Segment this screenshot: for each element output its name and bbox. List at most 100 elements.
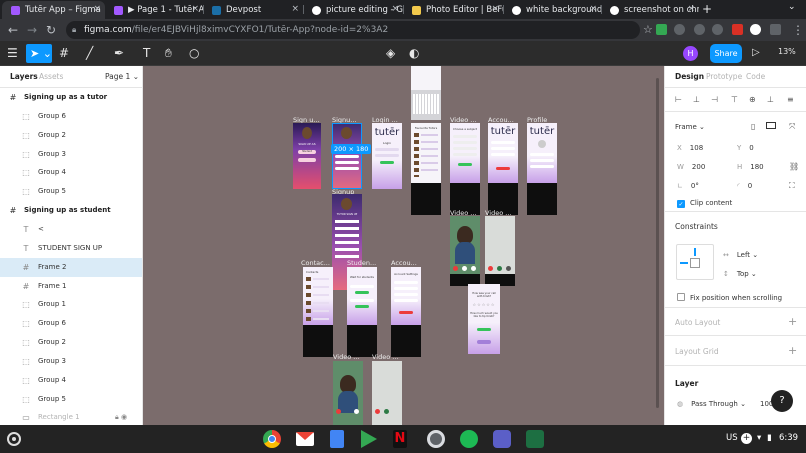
camera-icon[interactable] bbox=[427, 430, 445, 448]
battery-icon[interactable]: ▮ bbox=[767, 433, 772, 443]
canvas-scrollbar[interactable] bbox=[656, 78, 659, 408]
launcher-icon[interactable] bbox=[7, 432, 21, 446]
netflix-icon[interactable]: N bbox=[393, 430, 407, 448]
move-tool-button[interactable]: ➤ ⌄ bbox=[26, 44, 52, 63]
frame-label[interactable]: Video ... bbox=[333, 353, 359, 361]
gmail-icon[interactable] bbox=[296, 432, 314, 446]
extension-icon[interactable] bbox=[694, 24, 705, 35]
close-tab-icon[interactable]: × bbox=[191, 4, 199, 14]
layer-frame-row[interactable]: # Signing up as a tutor bbox=[0, 88, 142, 107]
close-tab-icon[interactable]: × bbox=[491, 4, 499, 14]
browser-tab[interactable]: white background × bbox=[503, 1, 601, 19]
browser-tab[interactable]: ▶ Page 1 - Tutēr A × bbox=[105, 1, 203, 19]
contrast-icon[interactable]: ◐ bbox=[409, 46, 419, 60]
align-middle-icon[interactable]: ⊕ bbox=[749, 95, 756, 104]
landscape-icon[interactable] bbox=[766, 122, 776, 129]
excel-icon[interactable] bbox=[526, 430, 544, 448]
video-call-screen[interactable] bbox=[450, 216, 480, 274]
add-icon[interactable]: + bbox=[741, 433, 752, 444]
share-button[interactable]: Share bbox=[710, 44, 742, 63]
browser-tab[interactable]: Tutēr App – Figma × bbox=[2, 1, 105, 19]
waiting-students-screen[interactable]: Wait for students bbox=[347, 267, 377, 325]
teams-icon[interactable] bbox=[493, 430, 511, 448]
extension-check-icon[interactable] bbox=[656, 24, 667, 35]
browser-tab[interactable]: screenshot on chro × bbox=[601, 1, 699, 19]
frame-type-dropdown[interactable]: Frame ⌄ bbox=[675, 123, 705, 131]
add-icon[interactable]: + bbox=[788, 344, 797, 357]
browser-tab[interactable]: Devpost × bbox=[203, 1, 303, 19]
layer-row[interactable]: T STUDENT SIGN UP bbox=[0, 239, 142, 258]
address-bar[interactable]: 🔒︎ figma.com/file/er4EJBViHjl8ximvCYXFO1… bbox=[66, 21, 640, 39]
reload-icon[interactable]: ↻ bbox=[46, 22, 56, 38]
layer-row[interactable]: ⬚ Group 5 bbox=[0, 390, 142, 409]
radius-field[interactable]: ◜ 0 bbox=[737, 182, 752, 190]
favourite-tutors-screen[interactable]: Favourite Tutors bbox=[411, 123, 441, 183]
layer-row[interactable]: ▭ Rectangle 1 🔒︎ ◉ bbox=[0, 408, 142, 425]
resize-to-fit-icon[interactable]: ⤧ bbox=[789, 122, 795, 132]
component-icon[interactable]: ◈ bbox=[386, 46, 395, 60]
keyboard-layout[interactable]: US bbox=[726, 433, 738, 443]
extension-icon[interactable] bbox=[674, 24, 685, 35]
extension-icon[interactable] bbox=[732, 24, 743, 35]
layer-row[interactable]: ⬚ Group 4 bbox=[0, 371, 142, 390]
align-bottom-icon[interactable]: ⊥ bbox=[767, 95, 774, 104]
close-tab-icon[interactable]: × bbox=[93, 4, 101, 14]
layer-row[interactable]: ⬚ Group 6 bbox=[0, 107, 142, 126]
help-button[interactable]: ? bbox=[771, 390, 793, 412]
tab-search-icon[interactable]: ⌄ bbox=[788, 2, 796, 12]
layer-row[interactable]: ⬚ Group 2 bbox=[0, 126, 142, 145]
keyboard-screen[interactable] bbox=[411, 90, 441, 120]
clock[interactable]: 6:39 bbox=[779, 433, 798, 443]
constrain-proportions-icon[interactable]: ⛓︎ bbox=[789, 162, 799, 171]
video-call-screen[interactable] bbox=[333, 361, 363, 425]
back-icon[interactable]: ← bbox=[8, 22, 18, 38]
comment-tool-icon[interactable]: ○ bbox=[189, 46, 199, 60]
signup-as-screen[interactable]: SIGN UP AS Student bbox=[293, 123, 321, 189]
layer-row[interactable]: ⬚ Group 1 bbox=[0, 295, 142, 314]
clip-content-checkbox[interactable]: ✓ Clip content bbox=[677, 199, 732, 208]
frame-thumbnail[interactable] bbox=[411, 183, 441, 215]
align-right-icon[interactable]: ⊣ bbox=[711, 95, 718, 104]
new-tab-button[interactable]: + bbox=[702, 2, 712, 16]
account-settings-screen[interactable]: Account Settings bbox=[391, 267, 421, 325]
distribute-icon[interactable]: ≡ bbox=[787, 95, 794, 104]
x-field[interactable]: X 108 bbox=[677, 144, 703, 152]
fix-position-checkbox[interactable]: Fix position when scrolling bbox=[677, 293, 782, 302]
main-menu-icon[interactable]: ☰ bbox=[7, 46, 18, 60]
menu-dots-icon[interactable]: ⋮ bbox=[792, 22, 804, 38]
layer-row[interactable]: ⬚ Group 3 bbox=[0, 145, 142, 164]
wifi-icon[interactable]: ▾ bbox=[757, 433, 761, 443]
spotify-icon[interactable] bbox=[460, 430, 478, 448]
pen-tool-icon[interactable]: ✒︎ bbox=[114, 46, 124, 60]
frame-label[interactable]: Accou... bbox=[391, 259, 417, 267]
contacts-screen[interactable]: Contacts bbox=[303, 267, 333, 325]
tab-assets[interactable]: Assets bbox=[39, 72, 63, 81]
close-tab-icon[interactable]: × bbox=[687, 4, 695, 14]
align-center-h-icon[interactable]: ⊥ bbox=[693, 95, 700, 104]
rotation-field[interactable]: ∟ 0° bbox=[677, 182, 699, 190]
layer-row[interactable]: ⬚ Group 4 bbox=[0, 163, 142, 182]
extension-icon[interactable] bbox=[750, 24, 761, 35]
browser-tab[interactable]: Photo Editor | BeFu × bbox=[403, 1, 503, 19]
constraints-widget[interactable] bbox=[676, 244, 714, 280]
forward-icon[interactable]: → bbox=[27, 22, 37, 38]
docs-icon[interactable] bbox=[330, 430, 344, 448]
layer-row[interactable]: ⬚ Group 2 bbox=[0, 333, 142, 352]
layer-row[interactable]: T < bbox=[0, 220, 142, 239]
frame-thumbnail[interactable] bbox=[411, 66, 441, 90]
horizontal-constraint-dropdown[interactable]: ↔ Left ⌄ bbox=[723, 251, 758, 259]
video-call-screen[interactable] bbox=[485, 216, 515, 274]
h-field[interactable]: H 180 bbox=[737, 163, 764, 171]
extension-icon[interactable] bbox=[712, 24, 723, 35]
w-field[interactable]: W 200 bbox=[677, 163, 705, 171]
layer-row[interactable]: ⬚ Group 6 bbox=[0, 314, 142, 333]
portrait-icon[interactable]: ▯ bbox=[751, 122, 755, 131]
text-tool-icon[interactable]: T bbox=[143, 46, 150, 60]
lock-icon[interactable]: 🔒︎ ◉ bbox=[115, 408, 127, 425]
play-store-icon[interactable] bbox=[361, 430, 377, 448]
tab-code[interactable]: Code bbox=[746, 72, 765, 81]
design-canvas[interactable]: Sign u... Signu... Login ... Video ... A… bbox=[143, 66, 664, 425]
avatar[interactable]: H bbox=[683, 46, 698, 61]
frame-thumbnail[interactable] bbox=[303, 325, 333, 357]
align-left-icon[interactable]: ⊢ bbox=[675, 95, 682, 104]
